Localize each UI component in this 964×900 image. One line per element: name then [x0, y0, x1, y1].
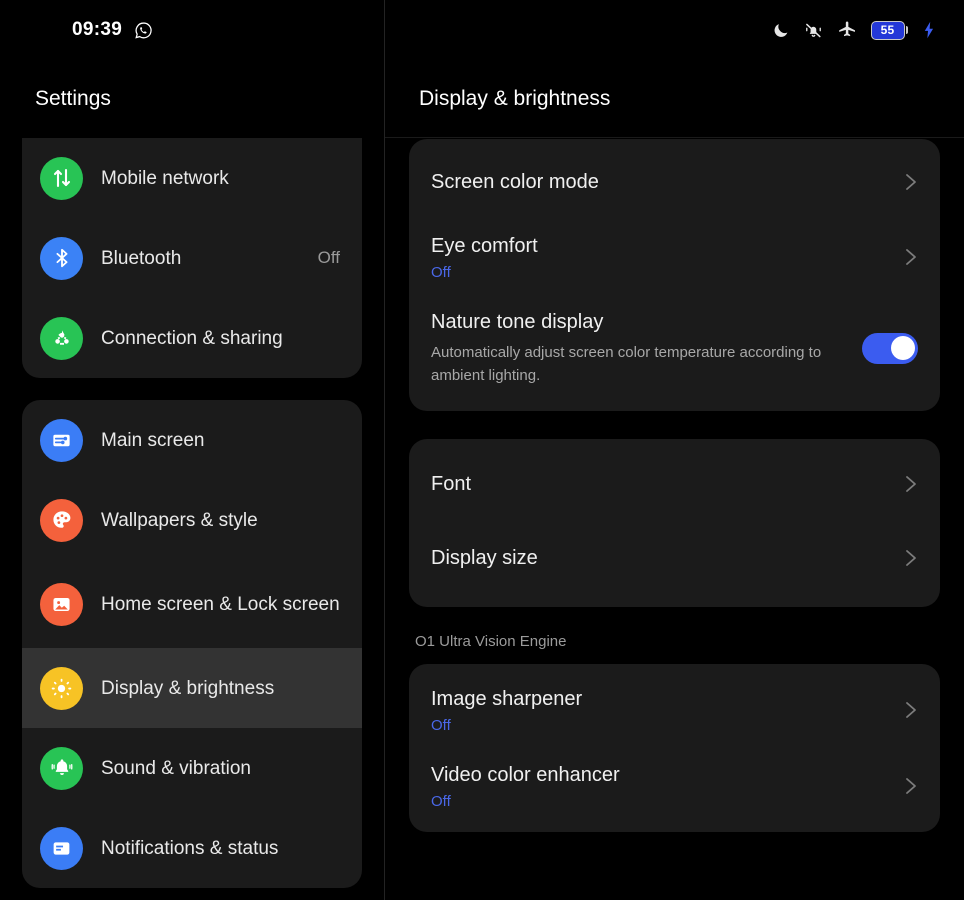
- sidebar-item-label: Display & brightness: [101, 677, 275, 699]
- charging-bolt-icon: [922, 21, 936, 39]
- sidebar-item-bluetooth[interactable]: Bluetooth Off: [22, 218, 362, 298]
- display-brightness-right-pane: 55 Display & brightness Screen color mod…: [385, 0, 964, 900]
- main-screen-icon: [40, 418, 83, 462]
- bell-muted-icon: [804, 21, 823, 40]
- settings-menu-scroll[interactable]: Mobile network Bluetooth Off Connection …: [0, 138, 384, 900]
- display-settings-scroll[interactable]: Screen color mode Eye comfort Off Nature…: [385, 139, 964, 900]
- sidebar-item-label: Wallpapers & style: [101, 509, 258, 531]
- photo-icon: [40, 582, 83, 626]
- sidebar-item-sound-vibration[interactable]: Sound & vibration: [22, 728, 362, 808]
- connection-sharing-icon: [40, 316, 83, 360]
- setting-title: Image sharpener: [431, 688, 583, 710]
- settings-split-screen: 09:39 Settings Mobile network Bluetooth …: [0, 0, 964, 900]
- setting-title: Screen color mode: [431, 170, 599, 193]
- settings-group-display: Main screen Wallpapers & style Home scre…: [22, 400, 362, 888]
- sidebar-item-label: Notifications & status: [101, 837, 279, 859]
- setting-status-value: Off: [431, 264, 451, 281]
- palette-icon: [40, 498, 83, 542]
- setting-texts: Display size: [431, 545, 904, 572]
- setting-texts: Video color enhancer Off: [431, 762, 904, 810]
- chevron-right-icon: [904, 774, 918, 798]
- status-bar-left: 09:39: [0, 0, 384, 60]
- sidebar-item-home-lock-screen[interactable]: Home screen & Lock screen: [22, 560, 362, 648]
- setting-row-display-size[interactable]: Display size: [431, 521, 918, 595]
- sidebar-item-wallpapers-style[interactable]: Wallpapers & style: [22, 480, 362, 560]
- display-settings-card-vision-engine: Image sharpener Off Video color enhancer…: [409, 664, 940, 832]
- sidebar-item-label: Mobile network: [101, 167, 229, 189]
- setting-row-image-sharpener[interactable]: Image sharpener Off: [431, 672, 918, 748]
- setting-status-value: Off: [431, 717, 451, 734]
- notifications-icon: [40, 826, 83, 870]
- whatsapp-icon: [134, 21, 153, 40]
- settings-page-title: Settings: [35, 87, 111, 110]
- setting-row-font[interactable]: Font: [431, 447, 918, 521]
- moon-icon: [772, 21, 790, 39]
- sidebar-item-connection-sharing[interactable]: Connection & sharing: [22, 298, 362, 378]
- sidebar-item-main-screen[interactable]: Main screen: [22, 400, 362, 480]
- setting-texts: Nature tone display Automatically adjust…: [431, 309, 862, 387]
- mobile-network-icon: [40, 156, 83, 200]
- battery-level-label: 55: [880, 23, 895, 37]
- sidebar-item-label: Connection & sharing: [101, 327, 283, 349]
- setting-texts: Font: [431, 471, 904, 498]
- sidebar-item-label: Bluetooth: [101, 247, 182, 269]
- bell-icon: [40, 746, 83, 790]
- bluetooth-icon: [40, 236, 83, 280]
- battery-cap: [905, 26, 908, 34]
- setting-texts: Screen color mode: [431, 169, 904, 196]
- toggle-knob: [890, 336, 915, 360]
- setting-row-video-color-enhancer[interactable]: Video color enhancer Off: [431, 748, 918, 824]
- nature-tone-display-toggle[interactable]: [862, 332, 918, 364]
- chevron-right-icon: [904, 698, 918, 722]
- sidebar-item-mobile-network[interactable]: Mobile network: [22, 138, 362, 218]
- setting-row-screen-color-mode[interactable]: Screen color mode: [431, 145, 918, 219]
- setting-row-eye-comfort[interactable]: Eye comfort Off: [431, 219, 918, 295]
- setting-title: Display size: [431, 546, 538, 569]
- setting-row-nature-tone-display[interactable]: Nature tone display Automatically adjust…: [431, 295, 918, 401]
- sidebar-item-value: Off: [317, 248, 340, 267]
- setting-status-value: Off: [431, 793, 451, 810]
- status-bar-right: 55: [385, 0, 964, 60]
- battery-body: 55: [870, 20, 905, 40]
- display-brightness-page-title: Display & brightness: [385, 60, 964, 138]
- chevron-right-icon: [904, 245, 918, 269]
- sidebar-item-label: Sound & vibration: [101, 757, 251, 779]
- sidebar-item-display-brightness[interactable]: Display & brightness: [22, 648, 362, 728]
- setting-texts: Eye comfort Off: [431, 233, 904, 281]
- sidebar-item-label: Home screen & Lock screen: [101, 593, 340, 615]
- status-clock: 09:39: [72, 19, 123, 40]
- display-settings-card-font: Font Display size: [409, 439, 940, 607]
- brightness-sun-icon: [40, 666, 83, 710]
- setting-texts: Image sharpener Off: [431, 686, 904, 734]
- setting-title: Eye comfort: [431, 235, 538, 257]
- chevron-right-icon: [904, 546, 918, 570]
- airplane-icon: [837, 20, 857, 40]
- settings-left-pane: 09:39 Settings Mobile network Bluetooth …: [0, 0, 385, 900]
- sidebar-item-notifications-status[interactable]: Notifications & status: [22, 808, 362, 888]
- battery-indicator: 55: [870, 20, 908, 40]
- setting-description: Automatically adjust screen color temper…: [431, 344, 822, 384]
- setting-title: Font: [431, 472, 472, 495]
- settings-group-network: Mobile network Bluetooth Off Connection …: [22, 138, 362, 378]
- setting-title: Nature tone display: [431, 311, 604, 333]
- display-settings-card-color: Screen color mode Eye comfort Off Nature…: [409, 139, 940, 411]
- section-header-vision-engine: O1 Ultra Vision Engine: [415, 633, 567, 650]
- setting-title: Video color enhancer: [431, 764, 620, 786]
- chevron-right-icon: [904, 170, 918, 194]
- sidebar-item-label: Main screen: [101, 429, 205, 451]
- chevron-right-icon: [904, 472, 918, 496]
